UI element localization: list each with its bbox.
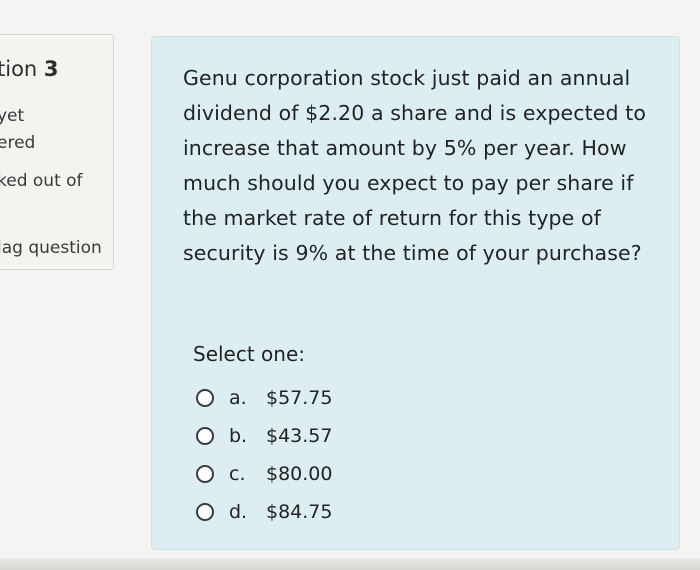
question-state-line-1: yet [0,106,25,126]
screen-bottom-edge [0,558,700,570]
option-letter: d. [229,501,248,523]
option-value: $57.75 [266,387,333,409]
answer-option-c[interactable]: c. $80.00 [196,455,332,493]
option-letter: a. [229,387,247,409]
option-letter: b. [229,425,248,447]
option-value: $80.00 [266,463,333,485]
question-text: Genu corporation stock just paid an annu… [183,66,646,265]
radio-button-icon[interactable] [196,427,214,445]
answer-option-d[interactable]: d. $84.75 [196,493,332,531]
question-state-line-2: ered [0,133,36,153]
question-label: tion [0,57,38,81]
question-number-heading: tion 3 [0,57,59,81]
select-one-prompt: Select one: [193,342,306,366]
answer-option-a[interactable]: a. $57.75 [196,379,332,417]
option-value: $43.57 [266,425,333,447]
answer-option-b[interactable]: b. $43.57 [196,417,332,455]
option-value: $84.75 [266,501,333,523]
radio-button-icon[interactable] [196,503,214,521]
radio-button-icon[interactable] [196,465,214,483]
question-mark-text: ked out of [0,171,83,191]
answer-options: a. $57.75 b. $43.57 c. $80.00 d. $84.75 [196,379,332,531]
radio-button-icon[interactable] [196,389,214,407]
question-state: yet ered [0,103,35,157]
question-info-panel: tion 3 yet ered ked out of lag question [0,34,114,270]
question-content-box: Genu corporation stock just paid an annu… [151,36,680,550]
flag-question-link[interactable]: lag question [0,238,102,258]
question-number: 3 [43,57,59,81]
option-letter: c. [229,463,246,485]
